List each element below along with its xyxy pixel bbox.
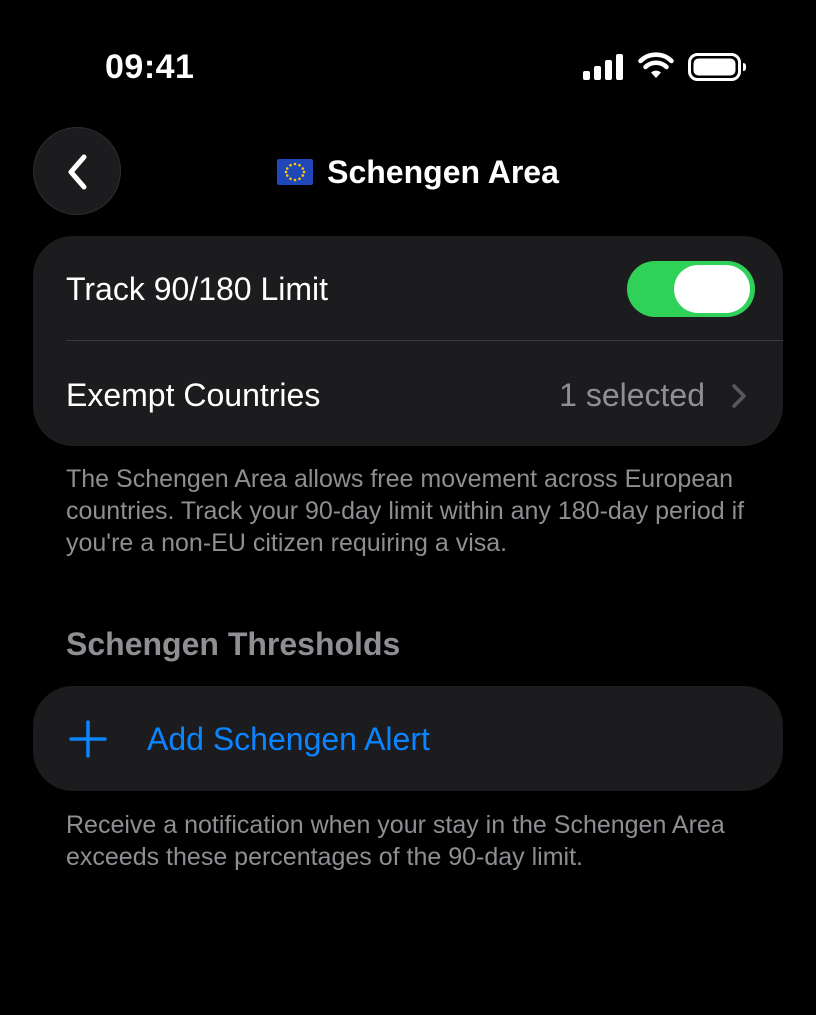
thresholds-header: Schengen Thresholds <box>66 626 401 662</box>
status-time: 09:41 <box>105 48 195 86</box>
wifi-icon <box>638 52 674 78</box>
add-schengen-alert-button[interactable]: Add Schengen Alert <box>33 686 783 791</box>
eu-flag-icon <box>277 159 314 185</box>
settings-card: Track 90/180 Limit Exempt Countries 1 se… <box>33 236 783 446</box>
exempt-countries-row[interactable]: Exempt Countries 1 selected <box>33 341 783 445</box>
exempt-countries-value: 1 selected <box>559 377 705 413</box>
thresholds-footnote: Receive a notification when your stay in… <box>66 811 725 871</box>
plus-icon <box>69 720 107 758</box>
signal-icon <box>583 54 623 80</box>
chevron-right-icon <box>732 384 746 408</box>
track-limit-toggle[interactable] <box>627 261 755 317</box>
track-limit-row: Track 90/180 Limit <box>33 236 783 340</box>
page-title-text: Schengen Area <box>327 153 559 190</box>
track-limit-label: Track 90/180 Limit <box>66 271 329 307</box>
battery-icon <box>688 53 746 81</box>
add-alert-label: Add Schengen Alert <box>147 721 430 757</box>
status-bar: 09:41 <box>0 0 816 130</box>
exempt-countries-label: Exempt Countries <box>66 377 321 413</box>
page-title: Schengen Area <box>0 150 816 194</box>
status-icons <box>583 52 748 82</box>
schengen-description: The Schengen Area allows free movement a… <box>66 465 745 557</box>
toggle-knob <box>674 265 750 313</box>
